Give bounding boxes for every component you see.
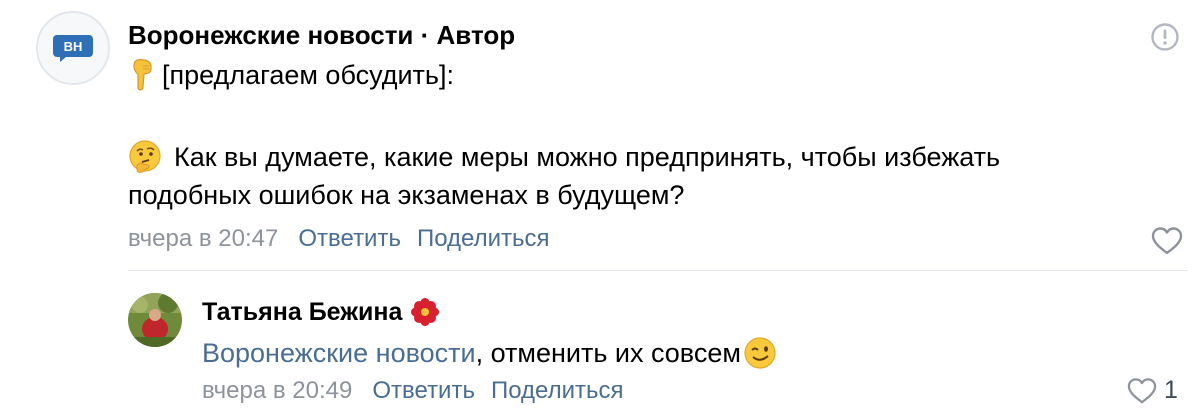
comment-text-line-3: подобных ошибок на экзаменах в будущем? — [128, 176, 684, 214]
comment-time[interactable]: вчера в 20:47 — [128, 222, 278, 256]
comment-meta: вчера в 20:47 Ответить Поделиться — [128, 222, 550, 256]
reply-meta: вчера в 20:49 Ответить Поделиться — [202, 374, 624, 408]
reply-share-button[interactable]: Поделиться — [491, 374, 624, 408]
exclamation-circle-icon[interactable] — [1150, 22, 1180, 52]
mention-link[interactable]: Воронежские новости — [202, 334, 476, 372]
winking-face-emoji — [744, 337, 776, 369]
reply-text-line: Воронежские новости, отменить их совсем — [202, 334, 777, 372]
author-separator: · — [413, 20, 437, 50]
comment-text: Как вы думаете, какие меры можно предпри… — [174, 142, 1001, 172]
thinking-face-emoji — [129, 140, 161, 173]
heart-outline-icon[interactable] — [1150, 226, 1184, 261]
hand-pointing-down-emoji — [133, 59, 152, 91]
reply-author-name[interactable]: Татьяна Бежина — [202, 294, 402, 330]
like-count: 1 — [1164, 376, 1178, 404]
heart-outline-icon — [1127, 377, 1157, 403]
divider — [128, 270, 1188, 271]
comment-text: подобных ошибок на экзаменах в будущем? — [128, 180, 685, 210]
reply-reply-button[interactable]: Ответить — [372, 374, 475, 408]
reply-button[interactable]: Ответить — [298, 222, 401, 256]
reply-time[interactable]: вчера в 20:49 — [202, 374, 352, 408]
author-avatar[interactable]: ВН — [36, 11, 110, 85]
vn-logo-icon: ВН — [53, 35, 93, 62]
comment-author-line: Воронежские новости · Автор — [128, 17, 515, 53]
avatar-text: ВН — [64, 39, 83, 54]
comment-text-line-2: Как вы думаете, какие меры можно предпри… — [128, 138, 1000, 176]
like-button[interactable]: 1 — [1126, 376, 1178, 405]
share-button[interactable]: Поделиться — [417, 222, 550, 256]
red-flower-emoji — [411, 298, 440, 326]
comment-text-line-1: [предлагаем обсудить]: — [128, 56, 454, 94]
reply-avatar[interactable] — [128, 293, 182, 347]
reply-text: , отменить их совсем — [475, 338, 741, 368]
reply-author-line: Татьяна Бежина — [202, 294, 440, 330]
author-name[interactable]: Воронежские новости — [128, 20, 413, 50]
comment-text: [предлагаем обсудить]: — [162, 60, 454, 90]
author-badge: Автор — [436, 20, 516, 50]
